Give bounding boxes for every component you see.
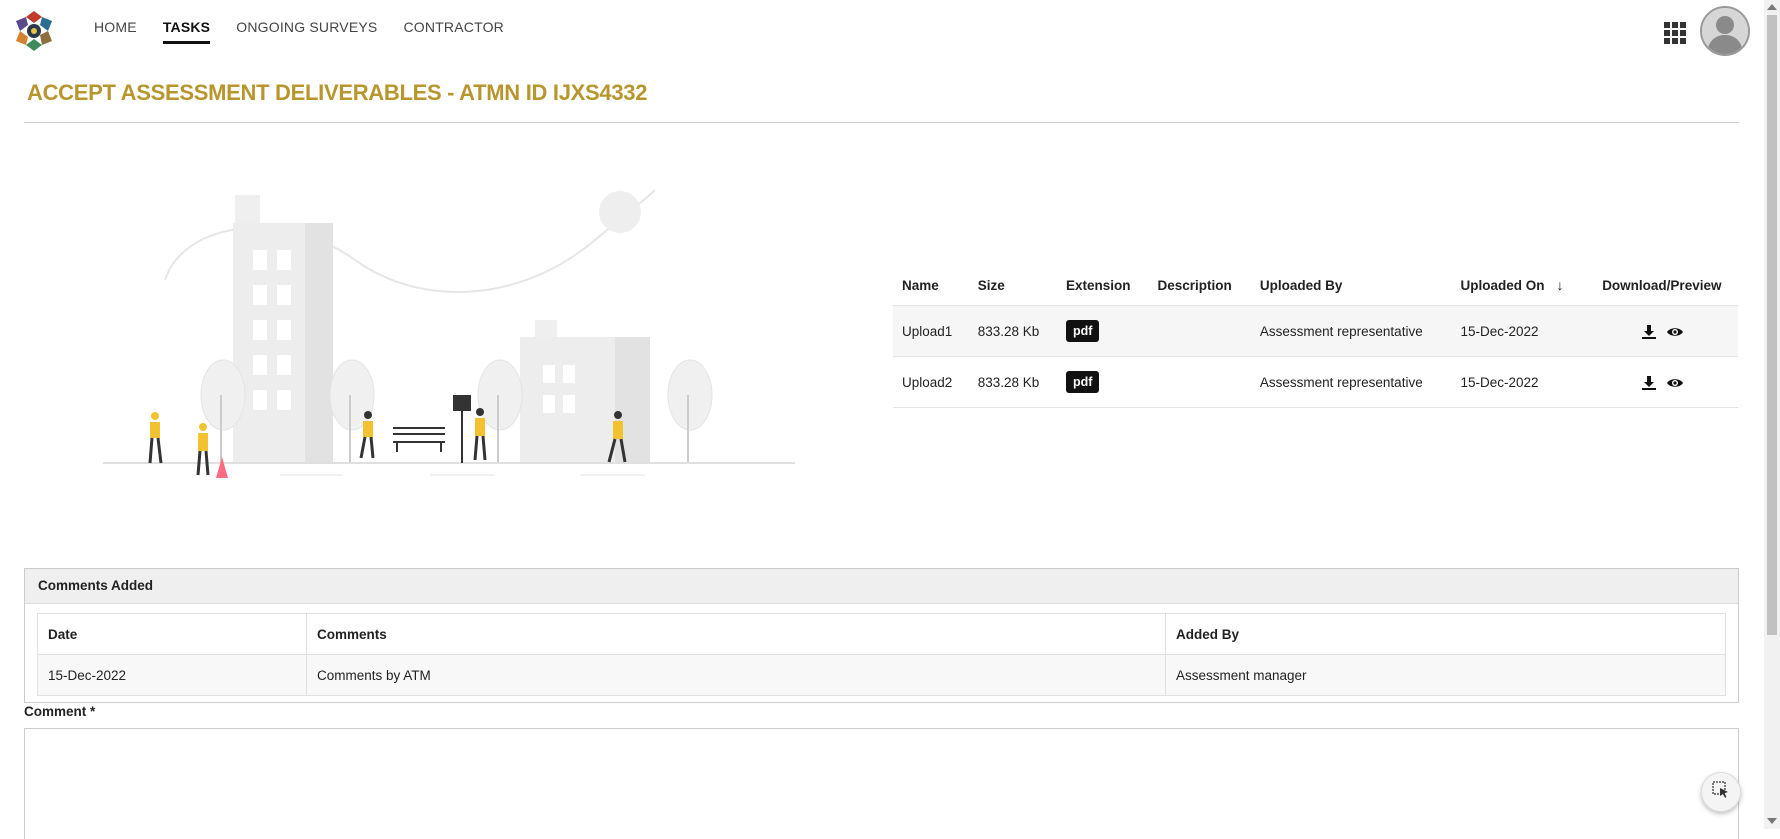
top-navigation-bar: HOME TASKS ONGOING SURVEYS CONTRACTOR xyxy=(0,0,1764,58)
col-comments: Comments xyxy=(306,613,1166,655)
file-uploaded-on: 15-Dec-2022 xyxy=(1451,356,1586,408)
comment-textarea[interactable] xyxy=(24,728,1739,839)
download-icon[interactable] xyxy=(1641,375,1657,390)
nav-item-ongoing-surveys[interactable]: ONGOING SURVEYS xyxy=(236,19,377,44)
download-icon[interactable] xyxy=(1641,324,1657,339)
file-extension: pdf xyxy=(1057,356,1149,408)
city-illustration xyxy=(95,180,800,500)
file-name: Upload1 xyxy=(893,305,969,357)
file-uploaded-on: 15-Dec-2022 xyxy=(1451,305,1586,357)
col-uploaded-by[interactable]: Uploaded By xyxy=(1250,265,1452,306)
col-added-by: Added By xyxy=(1165,613,1726,655)
table-row: Upload1 833.28 Kb pdf Assessment represe… xyxy=(893,305,1738,357)
file-uploaded-by: Assessment representative xyxy=(1250,356,1452,408)
file-actions xyxy=(1585,356,1738,408)
nav-item-contractor[interactable]: CONTRACTOR xyxy=(403,19,504,44)
table-header-row: Name Size Extension Description Uploaded… xyxy=(893,265,1738,306)
eye-icon[interactable] xyxy=(1666,376,1683,390)
comment-text: Comments by ATM xyxy=(306,654,1166,696)
scroll-down-arrow[interactable] xyxy=(1767,818,1777,824)
arrow-down-icon[interactable]: ↓ xyxy=(1556,277,1563,293)
file-size: 833.28 Kb xyxy=(968,356,1057,408)
eye-icon[interactable] xyxy=(1666,325,1683,339)
comments-added-panel: Comments Added Date Comments Added By 15… xyxy=(24,568,1739,703)
extension-badge: pdf xyxy=(1066,320,1100,342)
col-name[interactable]: Name xyxy=(893,265,969,306)
deliverables-table: Name Size Extension Description Uploaded… xyxy=(893,265,1738,408)
user-avatar[interactable] xyxy=(1700,6,1750,56)
title-divider xyxy=(24,122,1739,123)
col-uploaded-on[interactable]: Uploaded On ↓ xyxy=(1451,265,1586,306)
col-size[interactable]: Size xyxy=(968,265,1057,306)
col-extension[interactable]: Extension xyxy=(1057,265,1149,306)
col-date: Date xyxy=(37,613,307,655)
col-uploaded-on-label: Uploaded On xyxy=(1460,278,1545,293)
table-row: Upload2 833.28 Kb pdf Assessment represe… xyxy=(893,356,1738,408)
grid-icon[interactable] xyxy=(1664,22,1686,44)
nav-item-tasks[interactable]: TASKS xyxy=(162,19,211,44)
file-size: 833.28 Kb xyxy=(968,305,1057,357)
main-nav: HOME TASKS ONGOING SURVEYS CONTRACTOR xyxy=(94,19,530,44)
page-title: ACCEPT ASSESSMENT DELIVERABLES - ATMN ID… xyxy=(27,80,648,105)
cursor-select-icon xyxy=(1712,780,1730,804)
file-description xyxy=(1148,305,1251,357)
scrollbar-thumb[interactable] xyxy=(1767,15,1777,635)
comment-added-by: Assessment manager xyxy=(1165,654,1726,696)
col-download-preview: Download/Preview xyxy=(1585,265,1738,306)
file-description xyxy=(1148,356,1251,408)
extension-badge: pdf xyxy=(1066,371,1100,393)
comments-table: Date Comments Added By 15-Dec-2022 Comme… xyxy=(37,613,1726,696)
table-row: 15-Dec-2022 Comments by ATM Assessment m… xyxy=(37,654,1726,696)
comments-header-row: Date Comments Added By xyxy=(37,613,1726,655)
file-uploaded-by: Assessment representative xyxy=(1250,305,1452,357)
col-description[interactable]: Description xyxy=(1148,265,1251,306)
comments-added-title: Comments Added xyxy=(25,569,1738,604)
app-logo[interactable] xyxy=(12,9,56,53)
file-name: Upload2 xyxy=(893,356,969,408)
floating-action-button[interactable] xyxy=(1701,772,1741,812)
file-extension: pdf xyxy=(1057,305,1149,357)
comment-field-label: Comment * xyxy=(24,704,96,719)
file-actions xyxy=(1585,305,1738,357)
page-scrollbar[interactable] xyxy=(1764,0,1780,829)
comment-date: 15-Dec-2022 xyxy=(37,654,307,696)
nav-item-home[interactable]: HOME xyxy=(94,19,137,44)
scroll-up-arrow[interactable] xyxy=(1767,4,1777,10)
